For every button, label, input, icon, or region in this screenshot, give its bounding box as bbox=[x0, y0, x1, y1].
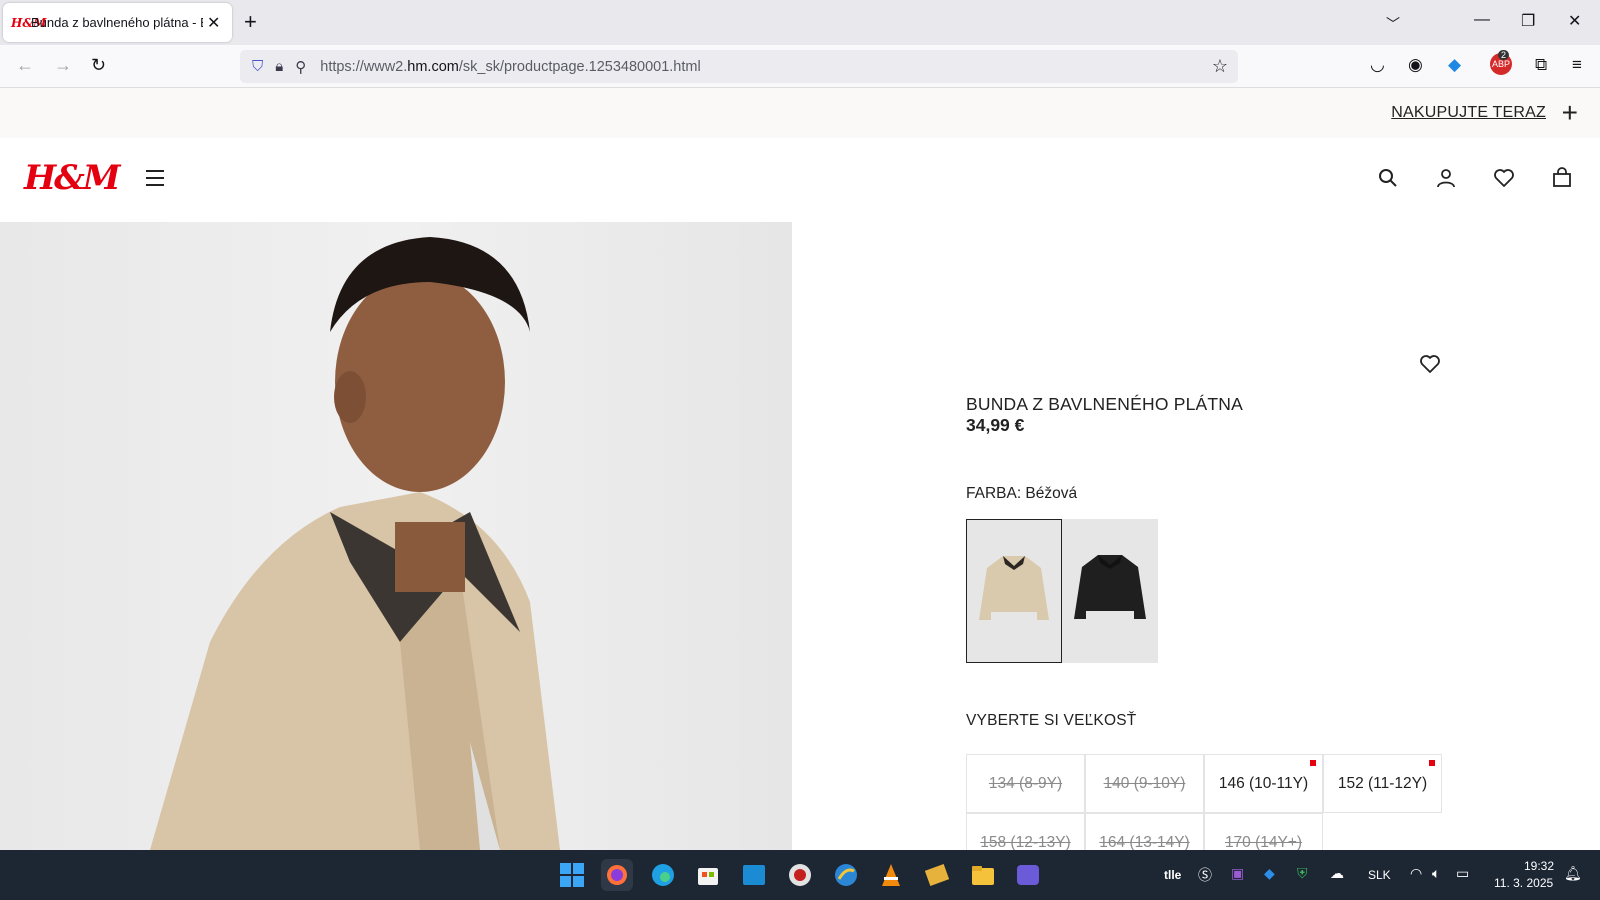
hm-logo[interactable]: H&M bbox=[24, 158, 120, 198]
black-jacket-thumbnail bbox=[1074, 555, 1146, 619]
onenote-tray-icon[interactable]: ▣ bbox=[1231, 865, 1244, 882]
app-bird-taskbar-icon[interactable] bbox=[830, 859, 862, 891]
low-stock-indicator bbox=[1429, 760, 1435, 766]
notification-bell-icon[interactable]: 🔔︎ bbox=[1564, 865, 1582, 882]
color-swatch-beige[interactable] bbox=[966, 519, 1062, 663]
product-photo[interactable] bbox=[0, 222, 792, 850]
clock-time[interactable]: 19:32 bbox=[1524, 859, 1554, 873]
skype-tray-icon[interactable]: Ⓢ bbox=[1198, 865, 1212, 885]
extension-bird-icon[interactable]: ◆ bbox=[1448, 55, 1461, 75]
windows-start-icon[interactable] bbox=[556, 859, 588, 891]
vlc-taskbar-icon[interactable] bbox=[875, 859, 907, 891]
plus-icon[interactable]: + bbox=[1562, 97, 1578, 129]
hp-app-taskbar-icon[interactable] bbox=[738, 859, 770, 891]
account-icon[interactable]: ◉ bbox=[1408, 55, 1423, 75]
active-tab[interactable]: H&M Bunda z bavlneného plátna - Be ✕ bbox=[3, 3, 232, 42]
size-option[interactable]: 140 (9-10Y) bbox=[1085, 754, 1204, 813]
color-label: FARBA: Béžová bbox=[966, 485, 1078, 502]
file-explorer-taskbar-icon[interactable] bbox=[967, 859, 999, 891]
product-title: BUNDA Z BAVLNENÉHO PLÁTNA bbox=[966, 394, 1243, 414]
edge-taskbar-icon[interactable] bbox=[647, 859, 679, 891]
url-text[interactable]: https://www2.hm.com/sk_sk/productpage.12… bbox=[320, 59, 700, 75]
permissions-icon[interactable]: ⚲ bbox=[295, 58, 306, 76]
windows-taskbar: tlle Ⓢ ▣ ◆ ⛨ ☁ SLK ◠ 🔈︎ ▭ 19:32 11. 3. 2… bbox=[0, 850, 1600, 900]
size-label: VYBERTE SI VEĽKOSŤ bbox=[966, 712, 1137, 729]
app-purple-taskbar-icon[interactable] bbox=[1012, 859, 1044, 891]
browser-tab-strip: H&M Bunda z bavlneného plátna - Be ✕ + ﹀… bbox=[0, 0, 1600, 45]
app-red-taskbar-icon[interactable] bbox=[784, 859, 816, 891]
volume-icon[interactable]: 🔈︎ bbox=[1432, 865, 1440, 882]
lock-icon[interactable]: 🔒︎ bbox=[275, 58, 283, 75]
minimize-window-icon[interactable]: — bbox=[1474, 11, 1490, 29]
hm-favicon-icon: H&M bbox=[11, 15, 47, 30]
bookmark-star-icon[interactable]: ☆ bbox=[1212, 56, 1228, 77]
search-icon[interactable] bbox=[1376, 166, 1400, 190]
hamburger-menu-icon[interactable] bbox=[146, 170, 164, 191]
wifi-icon[interactable]: ◠ bbox=[1410, 865, 1422, 882]
store-taskbar-icon[interactable] bbox=[692, 859, 724, 891]
forward-arrow-icon[interactable]: → bbox=[54, 55, 72, 76]
onedrive-cloud-icon[interactable]: ☁ bbox=[1330, 865, 1344, 882]
extension-count-badge: 2 bbox=[1498, 50, 1510, 60]
model-wearing-jacket-image bbox=[150, 237, 560, 850]
app-tools-taskbar-icon[interactable] bbox=[921, 859, 953, 891]
tab-title: Bunda z bavlneného plátna - Be bbox=[31, 15, 203, 30]
chevron-down-icon[interactable]: ﹀ bbox=[1386, 14, 1400, 34]
browser-toolbar: ← → ↻ ⛉ 🔒︎ ⚲ https://www2.hm.com/sk_sk/p… bbox=[0, 45, 1600, 88]
color-swatch-black[interactable] bbox=[1062, 519, 1158, 663]
user-account-icon[interactable] bbox=[1434, 166, 1458, 190]
battery-icon[interactable]: ▭ bbox=[1456, 865, 1469, 882]
restore-window-icon[interactable]: ❐ bbox=[1521, 11, 1535, 31]
url-bar[interactable]: ⛉ 🔒︎ ⚲ https://www2.hm.com/sk_sk/product… bbox=[240, 50, 1238, 83]
reload-icon[interactable]: ↻ bbox=[91, 55, 106, 76]
size-option[interactable]: 152 (11-12Y) bbox=[1323, 754, 1442, 813]
close-window-icon[interactable]: ✕ bbox=[1568, 11, 1581, 31]
extensions-puzzle-icon[interactable]: ⧉ bbox=[1535, 55, 1547, 75]
promo-bar: NAKUPUJTE TERAZ + bbox=[0, 88, 1600, 138]
app-tray-icon[interactable]: ◆ bbox=[1264, 865, 1275, 882]
tracking-shield-icon[interactable]: ⛉ bbox=[252, 58, 263, 75]
size-option[interactable]: 134 (8-9Y) bbox=[966, 754, 1085, 813]
shopping-bag-icon[interactable] bbox=[1550, 166, 1574, 190]
new-tab-button[interactable]: + bbox=[244, 10, 257, 34]
keyboard-language[interactable]: SLK bbox=[1368, 868, 1391, 882]
pocket-icon[interactable]: ◡ bbox=[1370, 55, 1385, 75]
security-tray-icon[interactable]: ⛨ bbox=[1297, 865, 1308, 882]
product-price: 34,99 € bbox=[966, 415, 1025, 435]
back-arrow-icon[interactable]: ← bbox=[16, 55, 34, 76]
firefox-taskbar-icon[interactable] bbox=[601, 859, 633, 891]
shop-now-link[interactable]: NAKUPUJTE TERAZ bbox=[1391, 104, 1546, 122]
site-header: H&M bbox=[0, 138, 1600, 222]
close-tab-icon[interactable]: ✕ bbox=[207, 13, 220, 33]
low-stock-indicator bbox=[1310, 760, 1316, 766]
clock-date[interactable]: 11. 3. 2025 bbox=[1494, 876, 1553, 890]
app-menu-icon[interactable]: ≡ bbox=[1572, 55, 1582, 75]
size-option[interactable]: 146 (10-11Y) bbox=[1204, 754, 1323, 813]
beige-jacket-thumbnail bbox=[979, 556, 1049, 620]
favorites-heart-icon[interactable] bbox=[1492, 166, 1516, 190]
tray-app-label[interactable]: tlle bbox=[1164, 868, 1181, 882]
add-to-wishlist-heart-icon[interactable] bbox=[1418, 352, 1442, 376]
